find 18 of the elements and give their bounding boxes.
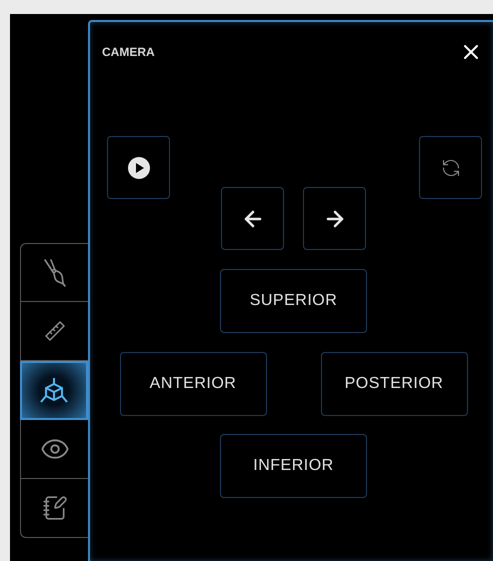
sidebar-tab[interactable]: [20, 420, 88, 479]
sidebar-tab[interactable]: [20, 243, 88, 302]
anterior-view-button[interactable]: ANTERIOR: [120, 352, 266, 416]
inferior-view-button[interactable]: INFERIOR: [220, 434, 367, 498]
cube-axes-icon: [39, 376, 69, 406]
left-arrow-button[interactable]: [221, 187, 284, 250]
right-arrow-button[interactable]: [303, 187, 366, 250]
ruler-icon: [44, 320, 66, 342]
pliers-icon: [42, 258, 68, 288]
sidebar-tab[interactable]: [20, 361, 88, 420]
notes-icon: [42, 495, 68, 521]
posterior-view-button[interactable]: POSTERIOR: [320, 352, 468, 416]
play-button[interactable]: [107, 136, 170, 199]
play-icon: [128, 156, 150, 178]
panel-title: CAMERA: [102, 45, 155, 59]
sidebar-tab[interactable]: [20, 479, 88, 538]
rotate-icon: [440, 158, 460, 178]
superior-view-button[interactable]: SUPERIOR: [220, 269, 367, 333]
